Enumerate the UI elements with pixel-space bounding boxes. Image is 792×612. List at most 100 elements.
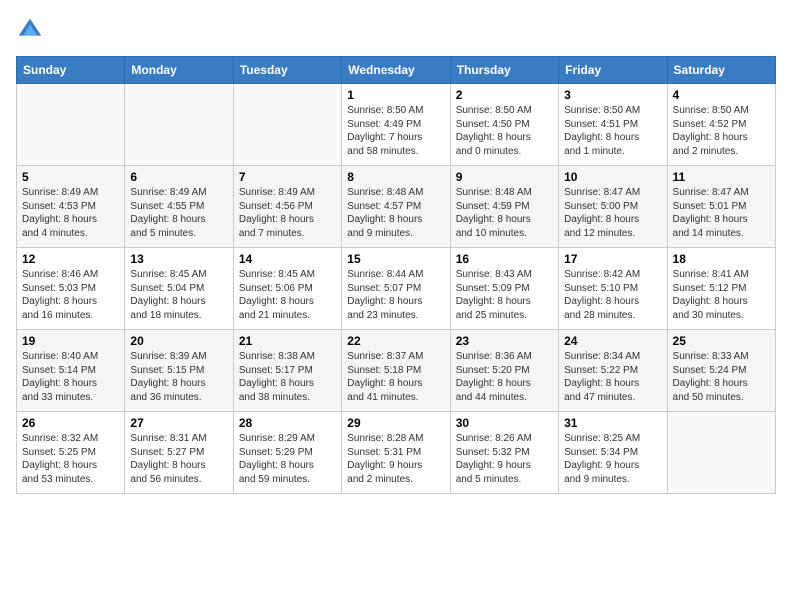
day-number: 30 bbox=[456, 416, 553, 430]
day-cell: 6 Sunrise: 8:49 AM Sunset: 4:55 PM Daylig… bbox=[125, 166, 233, 248]
day-info: Sunrise: 8:50 AM Sunset: 4:49 PM Dayligh… bbox=[347, 104, 444, 158]
day-info: Sunrise: 8:50 AM Sunset: 4:50 PM Dayligh… bbox=[456, 104, 553, 158]
day-info: Sunrise: 8:48 AM Sunset: 4:57 PM Dayligh… bbox=[347, 186, 444, 240]
day-cell: 16 Sunrise: 8:43 AM Sunset: 5:09 PM Dayli… bbox=[450, 248, 558, 330]
day-cell: 7 Sunrise: 8:49 AM Sunset: 4:56 PM Daylig… bbox=[233, 166, 341, 248]
day-cell bbox=[17, 84, 125, 166]
logo-icon bbox=[16, 16, 44, 44]
day-info: Sunrise: 8:43 AM Sunset: 5:09 PM Dayligh… bbox=[456, 268, 553, 322]
day-number: 5 bbox=[22, 170, 119, 184]
day-number: 29 bbox=[347, 416, 444, 430]
day-cell: 22Sunrise: 8:37 AM Sunset: 5:18 PM Dayli… bbox=[342, 330, 450, 412]
day-cell: 15 Sunrise: 8:44 AM Sunset: 5:07 PM Dayli… bbox=[342, 248, 450, 330]
week-row-1: 5 Sunrise: 8:49 AM Sunset: 4:53 PM Daylig… bbox=[17, 166, 776, 248]
day-cell: 27 Sunrise: 8:31 AM Sunset: 5:27 PM Dayli… bbox=[125, 412, 233, 494]
day-info: Sunrise: 8:33 AM Sunset: 5:24 PM Dayligh… bbox=[673, 350, 770, 404]
day-info: Sunrise: 8:34 AM Sunset: 5:22 PM Dayligh… bbox=[564, 350, 661, 404]
day-number: 25 bbox=[673, 334, 770, 348]
day-number: 27 bbox=[130, 416, 227, 430]
day-number: 21 bbox=[239, 334, 336, 348]
weekday-wednesday: Wednesday bbox=[342, 57, 450, 84]
day-info: Sunrise: 8:25 AM Sunset: 5:34 PM Dayligh… bbox=[564, 432, 661, 486]
day-cell: 8 Sunrise: 8:48 AM Sunset: 4:57 PM Daylig… bbox=[342, 166, 450, 248]
week-row-0: 1 Sunrise: 8:50 AM Sunset: 4:49 PM Daylig… bbox=[17, 84, 776, 166]
day-number: 28 bbox=[239, 416, 336, 430]
weekday-friday: Friday bbox=[559, 57, 667, 84]
day-info: Sunrise: 8:47 AM Sunset: 5:00 PM Dayligh… bbox=[564, 186, 661, 240]
day-cell: 10Sunrise: 8:47 AM Sunset: 5:00 PM Dayli… bbox=[559, 166, 667, 248]
day-number: 4 bbox=[673, 88, 770, 102]
day-number: 20 bbox=[130, 334, 227, 348]
day-number: 12 bbox=[22, 252, 119, 266]
day-cell bbox=[125, 84, 233, 166]
day-cell: 9 Sunrise: 8:48 AM Sunset: 4:59 PM Daylig… bbox=[450, 166, 558, 248]
day-info: Sunrise: 8:49 AM Sunset: 4:53 PM Dayligh… bbox=[22, 186, 119, 240]
day-number: 16 bbox=[456, 252, 553, 266]
day-number: 1 bbox=[347, 88, 444, 102]
day-info: Sunrise: 8:42 AM Sunset: 5:10 PM Dayligh… bbox=[564, 268, 661, 322]
day-cell: 1 Sunrise: 8:50 AM Sunset: 4:49 PM Daylig… bbox=[342, 84, 450, 166]
day-number: 13 bbox=[130, 252, 227, 266]
day-cell: 29 Sunrise: 8:28 AM Sunset: 5:31 PM Dayli… bbox=[342, 412, 450, 494]
day-number: 18 bbox=[673, 252, 770, 266]
day-number: 26 bbox=[22, 416, 119, 430]
weekday-thursday: Thursday bbox=[450, 57, 558, 84]
day-number: 19 bbox=[22, 334, 119, 348]
weekday-header-row: SundayMondayTuesdayWednesdayThursdayFrid… bbox=[17, 57, 776, 84]
day-cell: 13 Sunrise: 8:45 AM Sunset: 5:04 PM Dayli… bbox=[125, 248, 233, 330]
day-info: Sunrise: 8:26 AM Sunset: 5:32 PM Dayligh… bbox=[456, 432, 553, 486]
day-info: Sunrise: 8:29 AM Sunset: 5:29 PM Dayligh… bbox=[239, 432, 336, 486]
day-info: Sunrise: 8:31 AM Sunset: 5:27 PM Dayligh… bbox=[130, 432, 227, 486]
day-info: Sunrise: 8:46 AM Sunset: 5:03 PM Dayligh… bbox=[22, 268, 119, 322]
day-info: Sunrise: 8:48 AM Sunset: 4:59 PM Dayligh… bbox=[456, 186, 553, 240]
week-row-3: 19 Sunrise: 8:40 AM Sunset: 5:14 PM Dayli… bbox=[17, 330, 776, 412]
day-cell: 26 Sunrise: 8:32 AM Sunset: 5:25 PM Dayli… bbox=[17, 412, 125, 494]
day-info: Sunrise: 8:39 AM Sunset: 5:15 PM Dayligh… bbox=[130, 350, 227, 404]
calendar-body: 1 Sunrise: 8:50 AM Sunset: 4:49 PM Daylig… bbox=[17, 84, 776, 494]
day-number: 6 bbox=[130, 170, 227, 184]
day-info: Sunrise: 8:49 AM Sunset: 4:55 PM Dayligh… bbox=[130, 186, 227, 240]
day-info: Sunrise: 8:40 AM Sunset: 5:14 PM Dayligh… bbox=[22, 350, 119, 404]
day-cell: 31Sunrise: 8:25 AM Sunset: 5:34 PM Dayli… bbox=[559, 412, 667, 494]
day-cell: 18Sunrise: 8:41 AM Sunset: 5:12 PM Dayli… bbox=[667, 248, 775, 330]
weekday-saturday: Saturday bbox=[667, 57, 775, 84]
day-info: Sunrise: 8:37 AM Sunset: 5:18 PM Dayligh… bbox=[347, 350, 444, 404]
week-row-2: 12 Sunrise: 8:46 AM Sunset: 5:03 PM Dayli… bbox=[17, 248, 776, 330]
page-header bbox=[16, 16, 776, 44]
day-cell: 14Sunrise: 8:45 AM Sunset: 5:06 PM Dayli… bbox=[233, 248, 341, 330]
day-info: Sunrise: 8:45 AM Sunset: 5:06 PM Dayligh… bbox=[239, 268, 336, 322]
day-info: Sunrise: 8:32 AM Sunset: 5:25 PM Dayligh… bbox=[22, 432, 119, 486]
day-cell: 17 Sunrise: 8:42 AM Sunset: 5:10 PM Dayli… bbox=[559, 248, 667, 330]
day-number: 17 bbox=[564, 252, 661, 266]
day-number: 8 bbox=[347, 170, 444, 184]
day-info: Sunrise: 8:45 AM Sunset: 5:04 PM Dayligh… bbox=[130, 268, 227, 322]
day-number: 9 bbox=[456, 170, 553, 184]
day-number: 23 bbox=[456, 334, 553, 348]
day-info: Sunrise: 8:50 AM Sunset: 4:52 PM Dayligh… bbox=[673, 104, 770, 158]
day-info: Sunrise: 8:28 AM Sunset: 5:31 PM Dayligh… bbox=[347, 432, 444, 486]
weekday-tuesday: Tuesday bbox=[233, 57, 341, 84]
day-number: 7 bbox=[239, 170, 336, 184]
day-info: Sunrise: 8:44 AM Sunset: 5:07 PM Dayligh… bbox=[347, 268, 444, 322]
day-info: Sunrise: 8:47 AM Sunset: 5:01 PM Dayligh… bbox=[673, 186, 770, 240]
day-cell: 24 Sunrise: 8:34 AM Sunset: 5:22 PM Dayli… bbox=[559, 330, 667, 412]
day-cell bbox=[667, 412, 775, 494]
logo bbox=[16, 16, 48, 44]
day-number: 15 bbox=[347, 252, 444, 266]
week-row-4: 26 Sunrise: 8:32 AM Sunset: 5:25 PM Dayli… bbox=[17, 412, 776, 494]
day-cell: 3 Sunrise: 8:50 AM Sunset: 4:51 PM Daylig… bbox=[559, 84, 667, 166]
day-number: 24 bbox=[564, 334, 661, 348]
day-cell: 5 Sunrise: 8:49 AM Sunset: 4:53 PM Daylig… bbox=[17, 166, 125, 248]
day-info: Sunrise: 8:38 AM Sunset: 5:17 PM Dayligh… bbox=[239, 350, 336, 404]
day-number: 3 bbox=[564, 88, 661, 102]
day-info: Sunrise: 8:49 AM Sunset: 4:56 PM Dayligh… bbox=[239, 186, 336, 240]
day-cell: 19 Sunrise: 8:40 AM Sunset: 5:14 PM Dayli… bbox=[17, 330, 125, 412]
day-cell: 2Sunrise: 8:50 AM Sunset: 4:50 PM Daylig… bbox=[450, 84, 558, 166]
calendar-table: SundayMondayTuesdayWednesdayThursdayFrid… bbox=[16, 56, 776, 494]
day-cell: 11 Sunrise: 8:47 AM Sunset: 5:01 PM Dayli… bbox=[667, 166, 775, 248]
day-cell: 12 Sunrise: 8:46 AM Sunset: 5:03 PM Dayli… bbox=[17, 248, 125, 330]
day-info: Sunrise: 8:36 AM Sunset: 5:20 PM Dayligh… bbox=[456, 350, 553, 404]
day-number: 11 bbox=[673, 170, 770, 184]
day-info: Sunrise: 8:50 AM Sunset: 4:51 PM Dayligh… bbox=[564, 104, 661, 158]
day-cell: 28 Sunrise: 8:29 AM Sunset: 5:29 PM Dayli… bbox=[233, 412, 341, 494]
